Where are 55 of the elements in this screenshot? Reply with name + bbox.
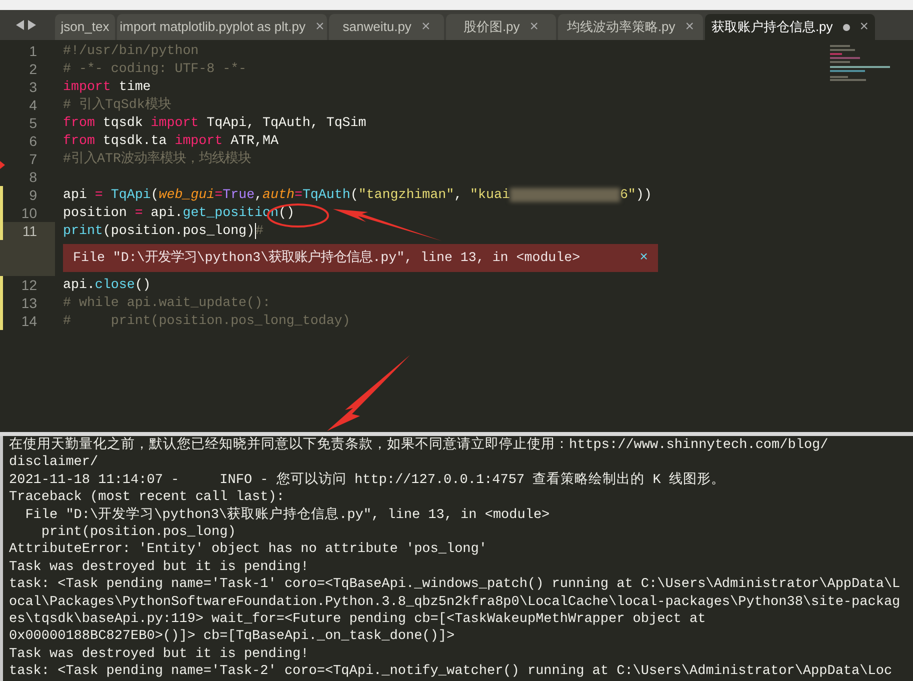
- code-line: # while api.wait_update():: [63, 294, 270, 312]
- close-icon[interactable]: ×: [860, 16, 869, 38]
- line-number: 2: [29, 60, 37, 78]
- console-line: 在使用天勤量化之前，默认您已经知晓并同意以下免责条款，如果不同意请立即停止使用：https://www.shinnytech.com/blog/: [9, 438, 828, 453]
- line-number: 3: [29, 78, 37, 96]
- close-icon[interactable]: ×: [640, 248, 648, 268]
- console-line: 0x00000188BC827EB0>()]> cb=[TqBaseApi._on_task_done()]>: [9, 629, 455, 644]
- close-icon[interactable]: ×: [421, 16, 430, 38]
- console-line: Task was destroyed but it is pending!: [9, 560, 309, 575]
- code-line: from tqsdk.ta import ATR,MA: [63, 132, 278, 150]
- code-line: #引入ATR波动率模块，均线模块: [63, 150, 251, 168]
- tab[interactable]: import matplotlib.pyplot as plt.py ×: [117, 14, 327, 40]
- line-number: 8: [29, 168, 37, 186]
- close-icon[interactable]: ×: [685, 16, 694, 38]
- console-line: task: <Task pending name='Task-1' coro=<TqBaseApi._windows_patch() running at C:\Users\Administrator\AppData\L: [9, 577, 900, 592]
- close-icon[interactable]: ×: [530, 16, 539, 38]
- tab[interactable]: sanweitu.py ×: [329, 14, 444, 40]
- line-number: 11: [22, 222, 37, 240]
- code-line: import time: [63, 78, 151, 96]
- console-line: es\tqsdk\baseApi.py:119> wait_for=<Future pending cb=[<TaskWakeupMethWrapper object at: [9, 612, 706, 627]
- right-arrow-icon[interactable]: [28, 20, 36, 30]
- tab[interactable]: 股价图.py ×: [446, 14, 556, 40]
- console-line: task: <Task pending name='Task-2' coro=<TqApi._notify_watcher() running at C:\Users\Administrator\AppData\Loc: [9, 664, 892, 680]
- left-arrow-icon[interactable]: [16, 20, 24, 30]
- console-line: disclaimer/: [9, 455, 98, 470]
- code-line: from tqsdk import TqApi, TqAuth, TqSim: [63, 114, 366, 132]
- code-line: # -*- coding: UTF-8 -*-: [63, 60, 247, 78]
- code-line: # print(position.pos_long_today): [63, 312, 350, 330]
- code-line: # 引入TqSdk模块: [63, 96, 171, 114]
- console-line: ocal\Packages\PythonSoftwareFoundation.Python.3.8_qbz5n2kfra8p0\LocalCache\local-packages\Python38\site-packag: [9, 594, 900, 610]
- tab[interactable]: 均线波动率策略.py ×: [558, 14, 703, 40]
- tab[interactable]: json_tex: [55, 14, 115, 40]
- line-number: 7: [29, 150, 37, 168]
- console-line: print(position.pos_long): [40, 524, 236, 540]
- line-number: 13: [21, 294, 37, 312]
- error-message: File "D:\开发学习\python3\获取账户持仓信息.py", line 13, in <module>: [73, 248, 580, 268]
- console-line: Task was destroyed but it is pending!: [9, 646, 309, 662]
- console-line: Traceback (most recent call last):: [9, 490, 284, 506]
- close-icon[interactable]: ×: [315, 16, 324, 38]
- line-number: 4: [29, 96, 37, 114]
- line-number: 1: [29, 42, 37, 60]
- console-line: File "D:\开发学习\python3\获取账户持仓信息.py", line 13, in <module>: [24, 508, 550, 523]
- error-marker-icon: [0, 161, 5, 169]
- console-line: 2021-11-18 11:14:07 - INFO - 您可以访问 http://127.0.0.1:4757 查看策略绘制出的 K 线图形。: [9, 472, 725, 488]
- line-number: 9: [29, 186, 37, 204]
- code-line: api = TqApi(web_gui=True,auth=TqAuth("tangzhiman", "kuai 6")): [63, 186, 652, 204]
- code-line: #!/usr/bin/python: [63, 42, 199, 60]
- code-line: api.close(): [63, 276, 151, 294]
- line-number: 10: [21, 204, 37, 222]
- line-number: 5: [29, 114, 37, 132]
- tab[interactable]: 获取账户持仓信息.py ×: [705, 14, 875, 40]
- line-number: 14: [21, 312, 37, 330]
- console-line: AttributeError: 'Entity' object has no attribute 'pos_long': [9, 542, 487, 558]
- line-number: 6: [29, 132, 37, 150]
- line-number: 12: [21, 276, 37, 294]
